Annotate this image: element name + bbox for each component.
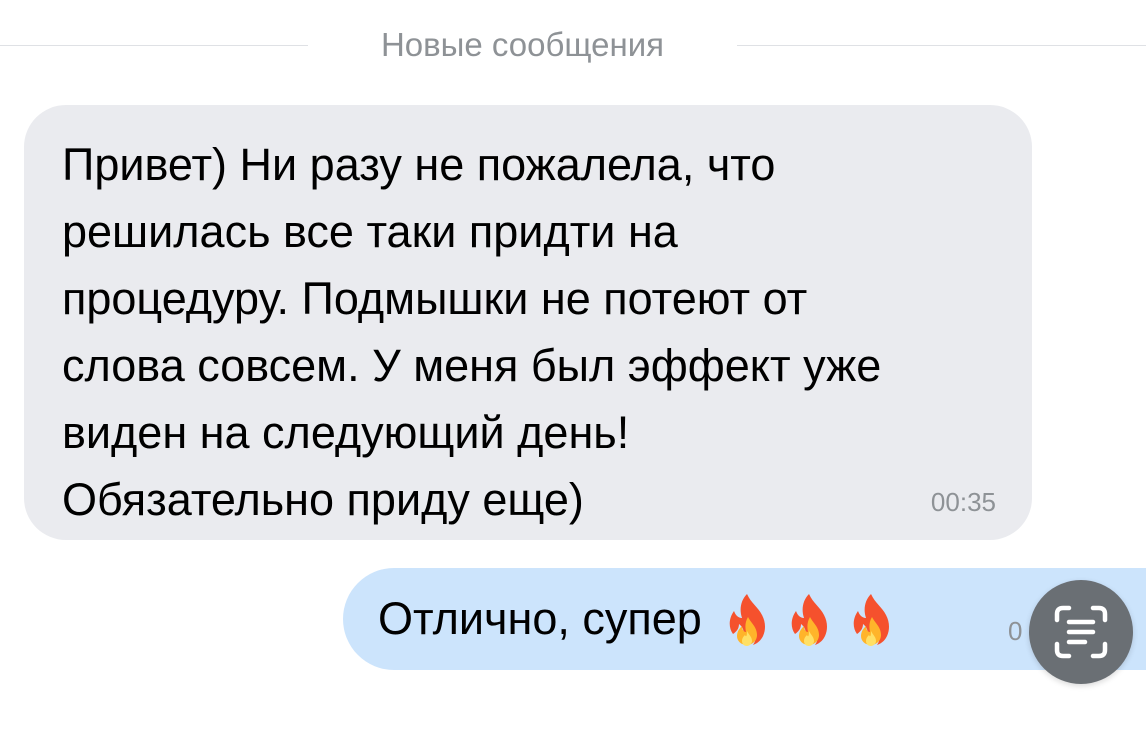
fire-icon <box>729 594 765 646</box>
incoming-message-time: 00:35 <box>930 487 996 517</box>
new-messages-divider-label: Новые сообщения <box>380 26 665 63</box>
outgoing-message-content: Отлично, супер <box>378 591 894 647</box>
chat-bottom-area <box>0 714 1146 755</box>
new-messages-divider-line-left <box>0 45 308 46</box>
incoming-message-text: Привет) Ни разу не пожалела, что решилас… <box>62 139 882 525</box>
fire-icon <box>853 594 889 646</box>
new-messages-divider-line-right <box>737 45 1146 46</box>
outgoing-message-text: Отлично, супер <box>378 593 702 644</box>
incoming-message-bubble[interactable]: Привет) Ни разу не пожалела, что решилас… <box>24 105 1032 540</box>
text-scan-icon <box>1054 605 1108 659</box>
outgoing-message-time: 0 <box>1008 616 1023 646</box>
fire-icon <box>791 594 827 646</box>
outgoing-message-bubble[interactable]: Отлично, супер 0 <box>343 568 1146 670</box>
text-scan-button[interactable] <box>1029 580 1133 684</box>
